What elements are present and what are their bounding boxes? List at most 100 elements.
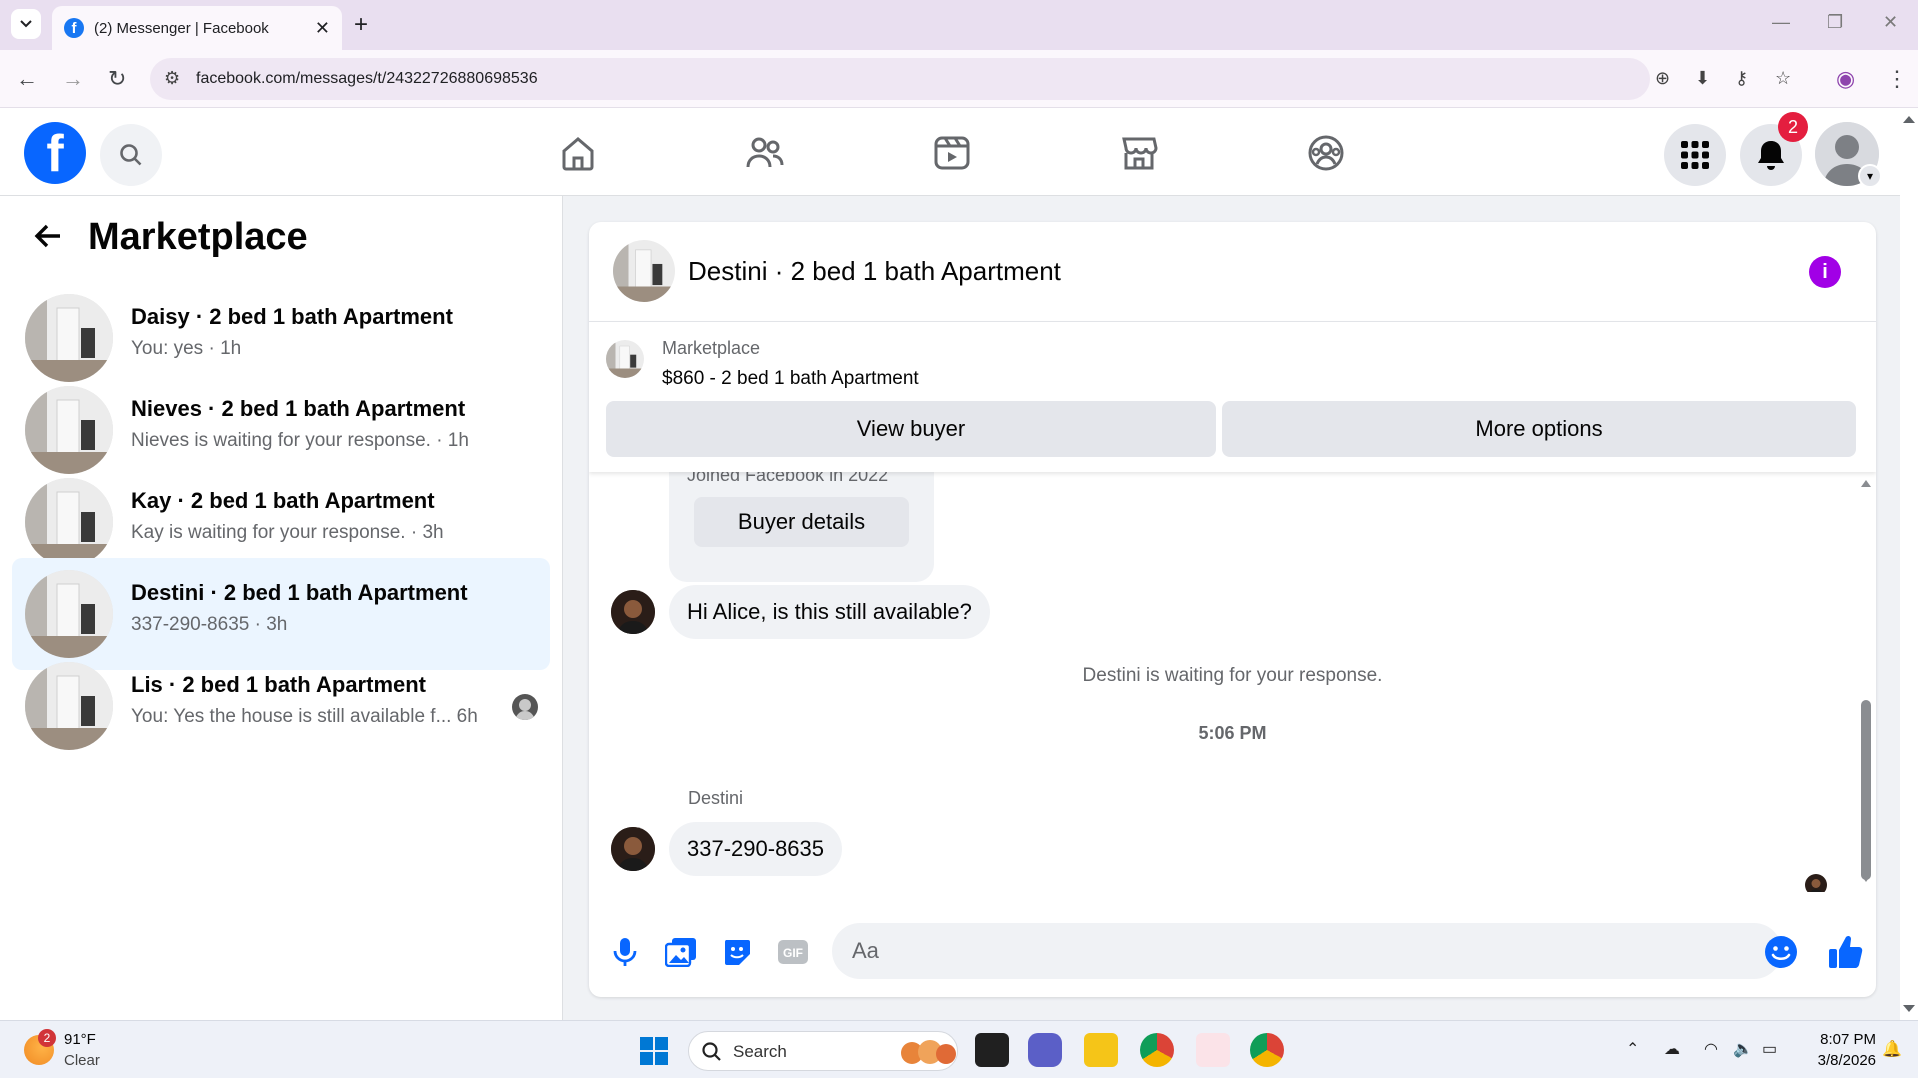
gif-icon: GIF: [778, 940, 808, 964]
weather-condition[interactable]: Clear: [64, 1052, 100, 1069]
chat-title[interactable]: Destini · 2 bed 1 bath Apartment: [688, 256, 1061, 287]
clock-time[interactable]: 8:07 PM: [1806, 1031, 1876, 1048]
taskbar-search[interactable]: Search: [688, 1031, 958, 1071]
listing-thumbnail: [25, 478, 113, 566]
listing-title[interactable]: $860 - 2 bed 1 bath Apartment: [662, 368, 919, 390]
facebook-logo-icon[interactable]: f: [24, 122, 86, 184]
page-scrollbar[interactable]: [1900, 108, 1918, 1020]
view-buyer-button[interactable]: View buyer: [606, 401, 1216, 457]
page-scroll-down-icon[interactable]: [1902, 1004, 1916, 1014]
waiting-status-text: Destini is waiting for your response.: [1082, 665, 1383, 686]
password-key-icon[interactable]: ⚷: [1735, 68, 1748, 89]
restore-icon[interactable]: ❐: [1827, 12, 1843, 33]
menu-kebab-icon[interactable]: ⋮: [1886, 66, 1908, 92]
back-arrow-icon[interactable]: [30, 218, 66, 254]
sender-name: Destini: [688, 788, 744, 808]
tab-search-dropdown-button[interactable]: [11, 9, 41, 39]
page-scroll-up-icon[interactable]: [1902, 114, 1916, 124]
chrome-app-icon[interactable]: [1140, 1033, 1174, 1067]
conversation-name: Lis · 2 bed 1 bath Apartment: [131, 672, 427, 697]
groups-nav-button[interactable]: [1303, 130, 1349, 176]
marketplace-store-icon: [1122, 137, 1158, 170]
sender-avatar[interactable]: [611, 590, 655, 634]
tab-close-icon[interactable]: ✕: [315, 18, 330, 39]
browser-tab[interactable]: f (2) Messenger | Facebook ✕: [52, 6, 342, 50]
home-icon: [562, 137, 594, 171]
marketplace-listing-card: Marketplace $860 - 2 bed 1 bath Apartmen…: [589, 322, 1876, 472]
notification-count-badge: 2: [1778, 112, 1808, 142]
sticker-icon: [724, 940, 750, 965]
conversation-item-lis[interactable]: Lis · 2 bed 1 bath Apartment You: Yes th…: [12, 650, 550, 762]
show-hidden-icons-icon[interactable]: ⌃: [1626, 1039, 1639, 1059]
clock-date[interactable]: 3/8/2026: [1796, 1052, 1876, 1069]
back-icon[interactable]: ←: [16, 66, 38, 92]
account-chevron-icon[interactable]: ▾: [1858, 164, 1882, 188]
friends-nav-button[interactable]: [742, 130, 788, 176]
chrome-profile-app-icon[interactable]: [1250, 1033, 1284, 1067]
joined-facebook-text: Joined Facebook in 2022: [687, 472, 889, 485]
facebook-favicon-icon: f: [64, 18, 84, 38]
url-text[interactable]: facebook.com/messages/t/2432272688069853…: [196, 70, 538, 88]
more-options-button[interactable]: More options: [1222, 401, 1856, 457]
home-nav-button[interactable]: [555, 130, 601, 176]
emoji-button[interactable]: [1764, 935, 1798, 969]
profile-icon[interactable]: ◉: [1836, 66, 1855, 92]
video-play-icon: [934, 136, 970, 170]
snipping-tool-app-icon[interactable]: [1196, 1033, 1230, 1067]
message-bubble: Hi Alice, is this still available?: [669, 585, 990, 639]
info-icon[interactable]: i: [1809, 256, 1841, 288]
windows-start-button[interactable]: [640, 1037, 668, 1065]
zoom-icon[interactable]: ⊕: [1655, 68, 1670, 89]
wifi-icon[interactable]: ◠: [1704, 1039, 1718, 1059]
chat-window: Destini · 2 bed 1 bath Apartment i Marke…: [589, 222, 1876, 997]
battery-icon[interactable]: ▭: [1762, 1039, 1777, 1059]
file-explorer-app-icon[interactable]: [1084, 1033, 1118, 1067]
conversation-name: Daisy · 2 bed 1 bath Apartment: [131, 304, 453, 329]
buyer-details-button[interactable]: Buyer details: [694, 497, 909, 547]
notification-bell-icon[interactable]: 🔔: [1882, 1039, 1902, 1059]
thread-scroll-thumb[interactable]: [1861, 700, 1871, 880]
listing-thumbnail: [25, 294, 113, 382]
menu-button[interactable]: [1664, 124, 1726, 186]
volume-icon[interactable]: 🔈: [1733, 1039, 1753, 1059]
cloud-offline-icon[interactable]: ☁: [1664, 1039, 1680, 1059]
listing-thumbnail: [25, 662, 113, 750]
voice-clip-button[interactable]: [607, 934, 643, 970]
microphone-icon: [613, 938, 637, 966]
weather-temperature[interactable]: 91°F: [64, 1031, 96, 1048]
address-bar[interactable]: ⚙ facebook.com/messages/t/24322726880698…: [150, 58, 1791, 100]
video-nav-button[interactable]: [929, 130, 975, 176]
teams-app-icon[interactable]: [1028, 1033, 1062, 1067]
search-highlight-icon: [901, 1040, 956, 1064]
grid-menu-icon: [1681, 141, 1709, 169]
conversation-preview: 337-290-8635 · 3h: [131, 614, 288, 635]
friends-icon: [746, 137, 784, 168]
svg-text:GIF: GIF: [783, 946, 803, 960]
task-view-app-icon[interactable]: [975, 1033, 1009, 1067]
install-app-icon[interactable]: ⬇: [1695, 68, 1710, 89]
chat-listing-thumbnail[interactable]: [613, 240, 675, 302]
gif-button[interactable]: GIF: [775, 934, 811, 970]
conversation-preview: You: yes · 1h: [131, 338, 242, 359]
marketplace-label: Marketplace: [662, 338, 761, 358]
minimize-icon[interactable]: —: [1772, 12, 1790, 33]
forward-icon[interactable]: →: [62, 66, 84, 92]
sender-avatar[interactable]: [611, 827, 655, 871]
buyer-profile-card: Joined Facebook in 2022 Buyer details: [669, 472, 934, 582]
marketplace-heading: Marketplace: [88, 216, 308, 258]
sticker-button[interactable]: [719, 934, 755, 970]
reload-icon[interactable]: ↻: [108, 66, 126, 92]
search-icon: [702, 1042, 721, 1061]
scroll-up-icon[interactable]: [1860, 478, 1872, 488]
bookmark-star-icon[interactable]: ☆: [1775, 68, 1791, 89]
marketplace-nav-button[interactable]: [1116, 130, 1162, 176]
chat-header: Destini · 2 bed 1 bath Apartment i: [589, 222, 1876, 322]
smiley-icon: [1765, 936, 1797, 968]
search-button[interactable]: [100, 124, 162, 186]
new-tab-button[interactable]: +: [354, 11, 368, 39]
message-input[interactable]: [832, 923, 1782, 979]
site-info-icon[interactable]: ⚙: [164, 68, 180, 89]
attach-photo-button[interactable]: [663, 934, 699, 970]
send-like-button[interactable]: [1826, 932, 1866, 972]
window-close-icon[interactable]: ✕: [1883, 12, 1898, 33]
